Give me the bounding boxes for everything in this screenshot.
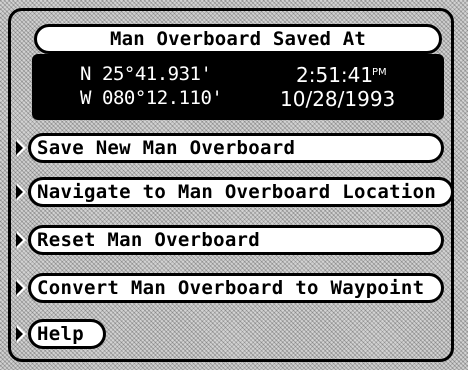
pointer-arrow-icon <box>16 139 26 157</box>
menu-help[interactable]: Help <box>28 319 106 349</box>
latitude-value: 25°41.931' <box>102 63 212 85</box>
pointer-arrow-icon <box>16 231 26 249</box>
menu-item-label: Navigate to Man Overboard Location <box>37 181 437 203</box>
pointer-arrow-icon <box>16 279 26 297</box>
latitude-direction: N <box>80 63 92 85</box>
menu-item-label: Save New Man Overboard <box>37 137 296 159</box>
menu-navigate-to-mob[interactable]: Navigate to Man Overboard Location <box>28 177 454 207</box>
menu-item-label: Reset Man Overboard <box>37 229 261 251</box>
title-text: Man Overboard Saved At <box>109 28 367 50</box>
latitude-row: N 25°41.931' 2:51:41 PM <box>32 63 444 87</box>
mob-position-panel: N 25°41.931' 2:51:41 PM W 080°12.110' 10… <box>32 54 444 120</box>
saved-date: 10/28/1993 <box>280 87 396 111</box>
man-overboard-screen: Man Overboard Saved At N 25°41.931' 2:51… <box>0 0 468 370</box>
saved-time: 2:51:41 <box>296 63 374 87</box>
saved-ampm: PM <box>372 67 387 78</box>
menu-reset-mob[interactable]: Reset Man Overboard <box>28 225 444 255</box>
menu-convert-mob-to-waypoint[interactable]: Convert Man Overboard to Waypoint <box>28 273 444 303</box>
longitude-value: 080°12.110' <box>102 87 223 109</box>
longitude-row: W 080°12.110' 10/28/1993 <box>32 87 444 111</box>
title-bar: Man Overboard Saved At <box>34 24 442 54</box>
menu-item-label: Help <box>37 323 84 345</box>
menu-item-label: Convert Man Overboard to Waypoint <box>37 277 425 299</box>
menu-save-new-mob[interactable]: Save New Man Overboard <box>28 133 444 163</box>
longitude-direction: W <box>80 87 92 109</box>
pointer-arrow-icon <box>16 183 26 201</box>
pointer-arrow-icon <box>16 325 26 343</box>
